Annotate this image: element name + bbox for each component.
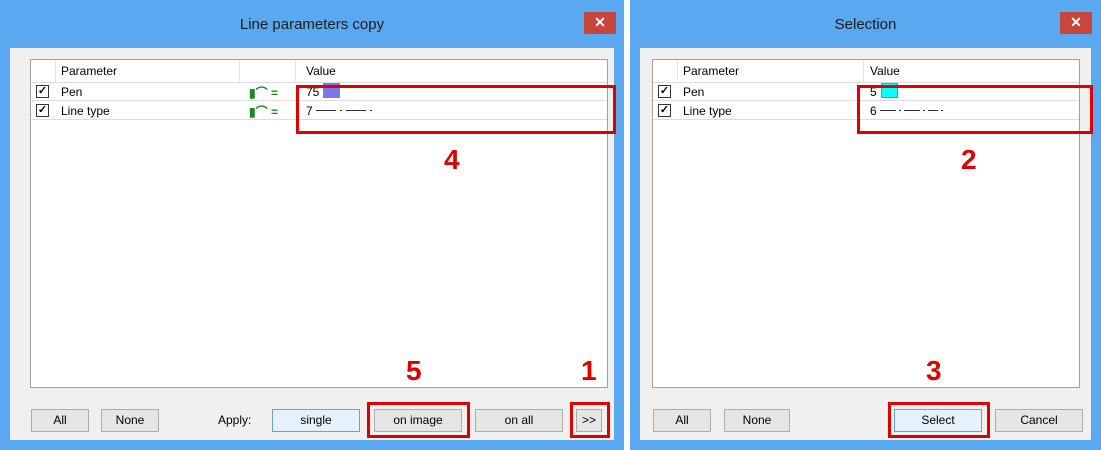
value-column-header[interactable]: Value — [870, 64, 900, 78]
annotation-number: 4 — [444, 144, 460, 175]
annotation-number: 5 — [406, 355, 422, 386]
annotation-number: 2 — [961, 144, 977, 175]
lock-equals-icon[interactable]: ▮⌒ = — [249, 84, 278, 101]
grid-header: Parameter Value — [31, 60, 607, 83]
pen-checkbox[interactable]: ✓ — [36, 85, 49, 98]
apply-single-button[interactable]: single — [272, 409, 360, 432]
forward-highlight-box — [570, 402, 610, 438]
lock-equals-icon[interactable]: ▮⌒ = — [249, 103, 278, 120]
parameter-name: Pen — [683, 85, 705, 99]
all-button[interactable]: All — [31, 409, 89, 432]
values-highlight-box — [296, 85, 616, 134]
annotation-number: 3 — [926, 355, 942, 386]
parameter-column-header[interactable]: Parameter — [683, 64, 739, 78]
cancel-button[interactable]: Cancel — [995, 409, 1083, 432]
annotation-number: 1 — [581, 355, 597, 386]
parameter-name: Pen — [61, 85, 83, 99]
window-title: Line parameters copy — [239, 16, 385, 33]
apply-label: Apply: — [218, 413, 252, 427]
select-highlight-box — [888, 402, 990, 438]
pen-checkbox[interactable]: ✓ — [658, 85, 671, 98]
line-parameters-copy-window: Line parameters copy ✕ Parameter Value ✓… — [0, 0, 624, 450]
none-button[interactable]: None — [101, 409, 159, 432]
values-highlight-box — [857, 85, 1093, 134]
parameter-name: Line type — [683, 104, 732, 118]
on-image-highlight-box — [367, 402, 470, 438]
parameter-name: Line type — [61, 104, 110, 118]
value-column-header[interactable]: Value — [306, 64, 336, 78]
close-button[interactable]: ✕ — [584, 12, 616, 34]
grid-header: Parameter Value — [653, 60, 1079, 83]
close-button[interactable]: ✕ — [1060, 12, 1092, 34]
selection-window: Selection ✕ Parameter Value ✓ Pen 5 ✓ Li… — [630, 0, 1101, 450]
all-button[interactable]: All — [653, 409, 711, 432]
none-button[interactable]: None — [724, 409, 790, 432]
parameter-column-header[interactable]: Parameter — [61, 64, 117, 78]
line-type-checkbox[interactable]: ✓ — [36, 104, 49, 117]
line-type-checkbox[interactable]: ✓ — [658, 104, 671, 117]
apply-on-all-button[interactable]: on all — [475, 409, 563, 432]
window-title: Selection — [834, 16, 897, 33]
